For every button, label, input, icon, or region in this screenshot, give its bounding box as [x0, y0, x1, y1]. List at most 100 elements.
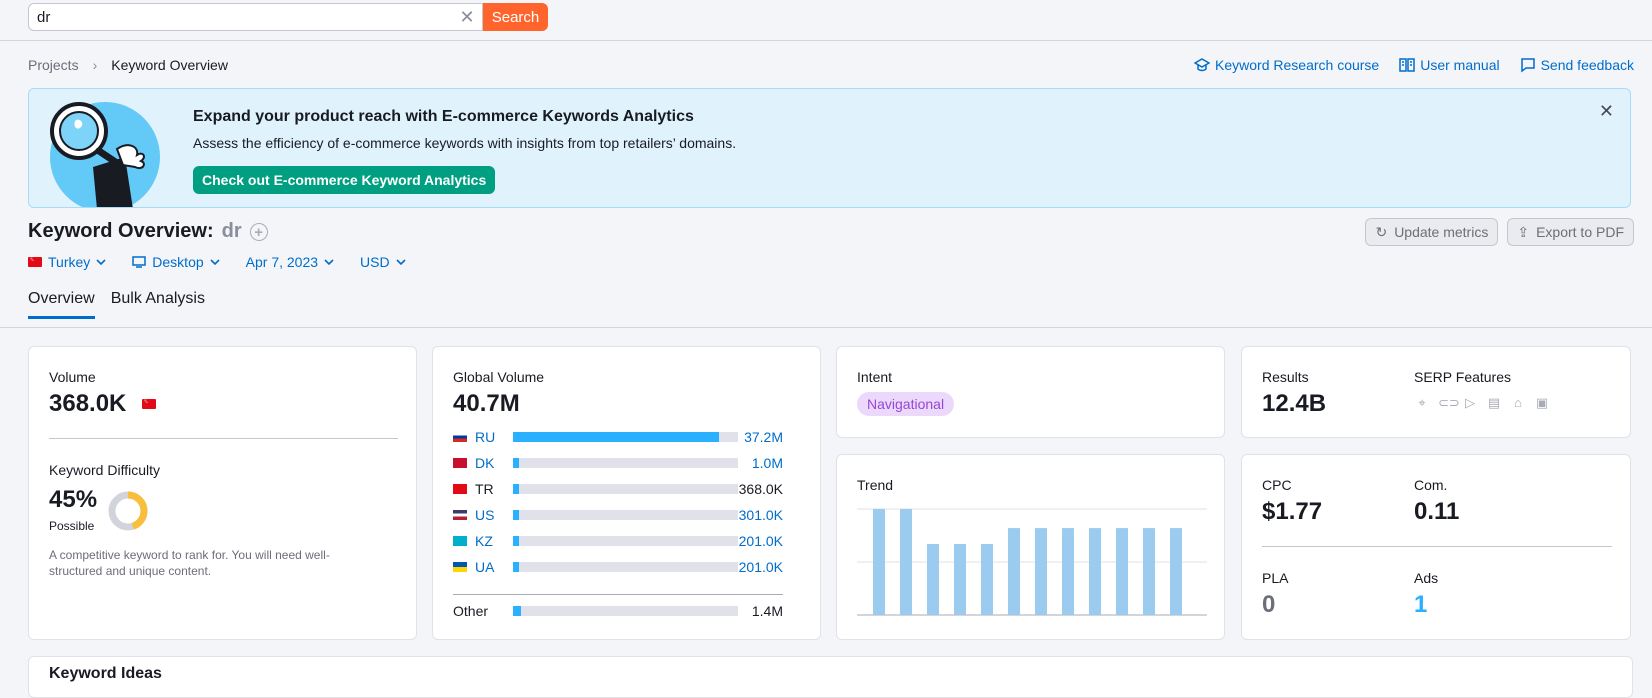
date-select[interactable]: Apr 7, 2023: [246, 254, 334, 270]
volume-share-bar: [513, 606, 738, 616]
serp-features-icons: ⌖ ⊂⊃ ▷ ▤ ⌂ ▣: [1414, 395, 1550, 411]
volume-share-bar: [513, 484, 738, 494]
send-feedback-label: Send feedback: [1540, 57, 1634, 73]
trend-bar[interactable]: [981, 543, 993, 615]
tabs-divider: [0, 327, 1652, 328]
global-volume-row-ua[interactable]: UA 201.0K: [453, 559, 783, 575]
volume-share-bar: [513, 510, 738, 520]
trend-bar[interactable]: [927, 543, 939, 615]
global-volume-row-ru[interactable]: RU 37.2M: [453, 429, 783, 445]
volume-share-fill: [513, 484, 519, 494]
trend-bar[interactable]: [1062, 528, 1074, 615]
tab-bulk-analysis[interactable]: Bulk Analysis: [111, 290, 205, 319]
user-manual-link[interactable]: User manual: [1399, 57, 1500, 73]
video-icon[interactable]: ▷: [1462, 395, 1478, 411]
global-volume-row-us[interactable]: US 301.0K: [453, 507, 783, 523]
global-volume-row-kz[interactable]: KZ 201.0K: [453, 533, 783, 549]
local-pack-icon[interactable]: ⌖: [1414, 395, 1430, 411]
country-code[interactable]: UA: [475, 559, 513, 575]
intent-label: Intent: [857, 369, 893, 385]
volume-value[interactable]: 201.0K: [738, 533, 783, 549]
pla-label: PLA: [1262, 570, 1289, 586]
volume-share-bar: [513, 458, 738, 468]
chevron-down-icon: [96, 259, 106, 266]
trend-chart: [857, 508, 1207, 616]
chevron-down-icon: [324, 259, 334, 266]
country-code[interactable]: RU: [475, 429, 513, 445]
close-icon[interactable]: ✕: [1599, 101, 1614, 122]
chat-icon: [1520, 58, 1535, 73]
volume-value: 1.4M: [751, 603, 783, 619]
currency-select[interactable]: USD: [360, 254, 406, 270]
keyword-research-course-link[interactable]: Keyword Research course: [1194, 57, 1379, 73]
kd-description: A competitive keyword to rank for. You w…: [49, 548, 330, 578]
search-input[interactable]: [28, 3, 483, 31]
volume-share-bar: [513, 536, 738, 546]
global-volume-card: Global Volume 40.7M RU 37.2M DK 1.0M TR 368.0…: [432, 346, 821, 640]
kz-flag-icon: [453, 536, 467, 546]
serp-features-label: SERP Features: [1414, 369, 1512, 385]
trend-bar[interactable]: [1089, 528, 1101, 615]
country-code[interactable]: US: [475, 507, 513, 523]
device-select[interactable]: Desktop: [132, 254, 220, 270]
page-title: Keyword Overview: dr +: [28, 220, 268, 243]
sitelinks-icon[interactable]: ⊂⊃: [1438, 395, 1460, 411]
trend-bar[interactable]: [1143, 528, 1155, 615]
trend-bar[interactable]: [873, 509, 885, 615]
volume-value[interactable]: 1.0M: [738, 455, 783, 471]
trend-bar[interactable]: [954, 543, 966, 615]
country-code[interactable]: KZ: [475, 533, 513, 549]
country-code: TR: [475, 481, 494, 497]
book-icon: [1399, 58, 1415, 72]
global-volume-row-dk[interactable]: DK 1.0M: [453, 455, 783, 471]
pla-value: 0: [1262, 591, 1276, 618]
volume-share-fill: [513, 562, 519, 572]
ads-icon[interactable]: ▣: [1534, 395, 1550, 411]
volume-share-fill: [513, 536, 519, 546]
country-select[interactable]: Turkey: [28, 254, 106, 270]
trend-bar[interactable]: [1008, 528, 1020, 615]
search-button[interactable]: Search: [483, 3, 548, 31]
trend-bar[interactable]: [900, 509, 912, 615]
divider: [1262, 546, 1612, 547]
ads-value[interactable]: 1: [1414, 591, 1427, 619]
tab-overview[interactable]: Overview: [28, 290, 95, 319]
tabs: Overview Bulk Analysis: [28, 290, 205, 319]
divider: [453, 594, 783, 595]
volume-value[interactable]: 201.0K: [738, 559, 783, 575]
keyword-ideas-card: Keyword Ideas: [28, 656, 1633, 698]
ru-flag-icon: [453, 432, 467, 442]
ecommerce-analytics-button[interactable]: Check out E-commerce Keyword Analytics: [193, 166, 496, 194]
ads-label: Ads: [1414, 570, 1439, 586]
top-search-bar: ✕ Search: [0, 0, 1652, 41]
other-label: Other: [453, 603, 489, 619]
us-flag-icon: [453, 510, 467, 520]
volume-value[interactable]: 37.2M: [738, 429, 783, 445]
trend-bar[interactable]: [1035, 528, 1047, 615]
global-volume-value: 40.7M: [453, 390, 520, 417]
volume-value: 368.0K: [738, 481, 783, 497]
results-card: Results 12.4B SERP Features ⌖ ⊂⊃ ▷ ▤ ⌂ ▣: [1241, 346, 1631, 438]
trend-bar[interactable]: [1116, 528, 1128, 615]
banner-text: Assess the efficiency of e-commerce keyw…: [193, 135, 737, 151]
clear-icon[interactable]: ✕: [457, 7, 477, 27]
add-circle-icon[interactable]: +: [249, 222, 268, 241]
page-title-label: Keyword Overview:: [28, 220, 214, 242]
kd-donut: [108, 491, 148, 531]
action-buttons: ↻ Update metrics ⇪ Export to PDF: [1365, 218, 1634, 246]
export-pdf-button[interactable]: ⇪ Export to PDF: [1507, 218, 1634, 246]
knowledge-panel-icon[interactable]: ⌂: [1510, 395, 1526, 411]
country-code[interactable]: DK: [475, 455, 513, 471]
cpc-value: $1.77: [1262, 498, 1323, 525]
article-icon[interactable]: ▤: [1486, 395, 1502, 411]
volume-value[interactable]: 301.0K: [738, 507, 783, 523]
update-metrics-button[interactable]: ↻ Update metrics: [1365, 218, 1499, 246]
desktop-icon: [132, 256, 147, 268]
chevron-right-icon: ›: [92, 57, 98, 73]
send-feedback-link[interactable]: Send feedback: [1520, 57, 1634, 73]
results-value: 12.4B: [1262, 390, 1327, 417]
breadcrumb-projects[interactable]: Projects: [28, 57, 79, 73]
trend-bar[interactable]: [1170, 528, 1182, 615]
device-label: Desktop: [152, 254, 204, 270]
ua-flag-icon: [453, 562, 467, 572]
